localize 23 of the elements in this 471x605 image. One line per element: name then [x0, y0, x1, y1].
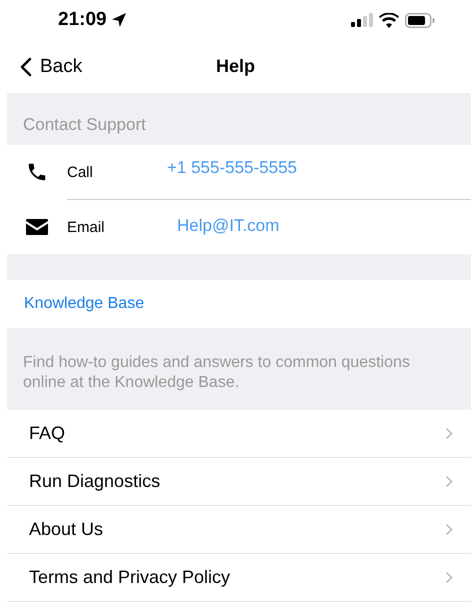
knowledge-base-link[interactable]: Knowledge Base — [24, 295, 144, 313]
chevron-left-icon — [20, 56, 32, 76]
back-button[interactable]: Back — [20, 56, 82, 78]
location-arrow-icon — [110, 12, 127, 28]
chevron-right-icon — [445, 523, 453, 536]
menu-item[interactable]: Terms and Privacy Policy — [7, 554, 471, 602]
chevron-right-icon — [445, 427, 453, 440]
contact-label: Call — [67, 164, 94, 180]
chevron-right-icon — [445, 571, 453, 584]
section-header: Contact Support — [23, 115, 146, 135]
menu-item[interactable]: About Us — [7, 506, 471, 554]
status-time: 21:09 — [58, 9, 107, 31]
contact-label: Email — [67, 218, 106, 236]
description-text: Find how-to guides and answers to common questions online at the Knowledge Base. — [23, 353, 411, 393]
wifi-icon — [379, 12, 399, 28]
menu-item[interactable]: Run Diagnostics — [7, 458, 471, 506]
envelope-icon — [26, 219, 48, 235]
battery-icon — [405, 12, 435, 28]
chevron-right-icon — [445, 475, 453, 488]
menu-item[interactable]: FAQ — [7, 410, 471, 458]
screen-title: Help — [216, 56, 255, 77]
phone-icon — [26, 161, 48, 183]
signal-icon — [351, 13, 373, 27]
